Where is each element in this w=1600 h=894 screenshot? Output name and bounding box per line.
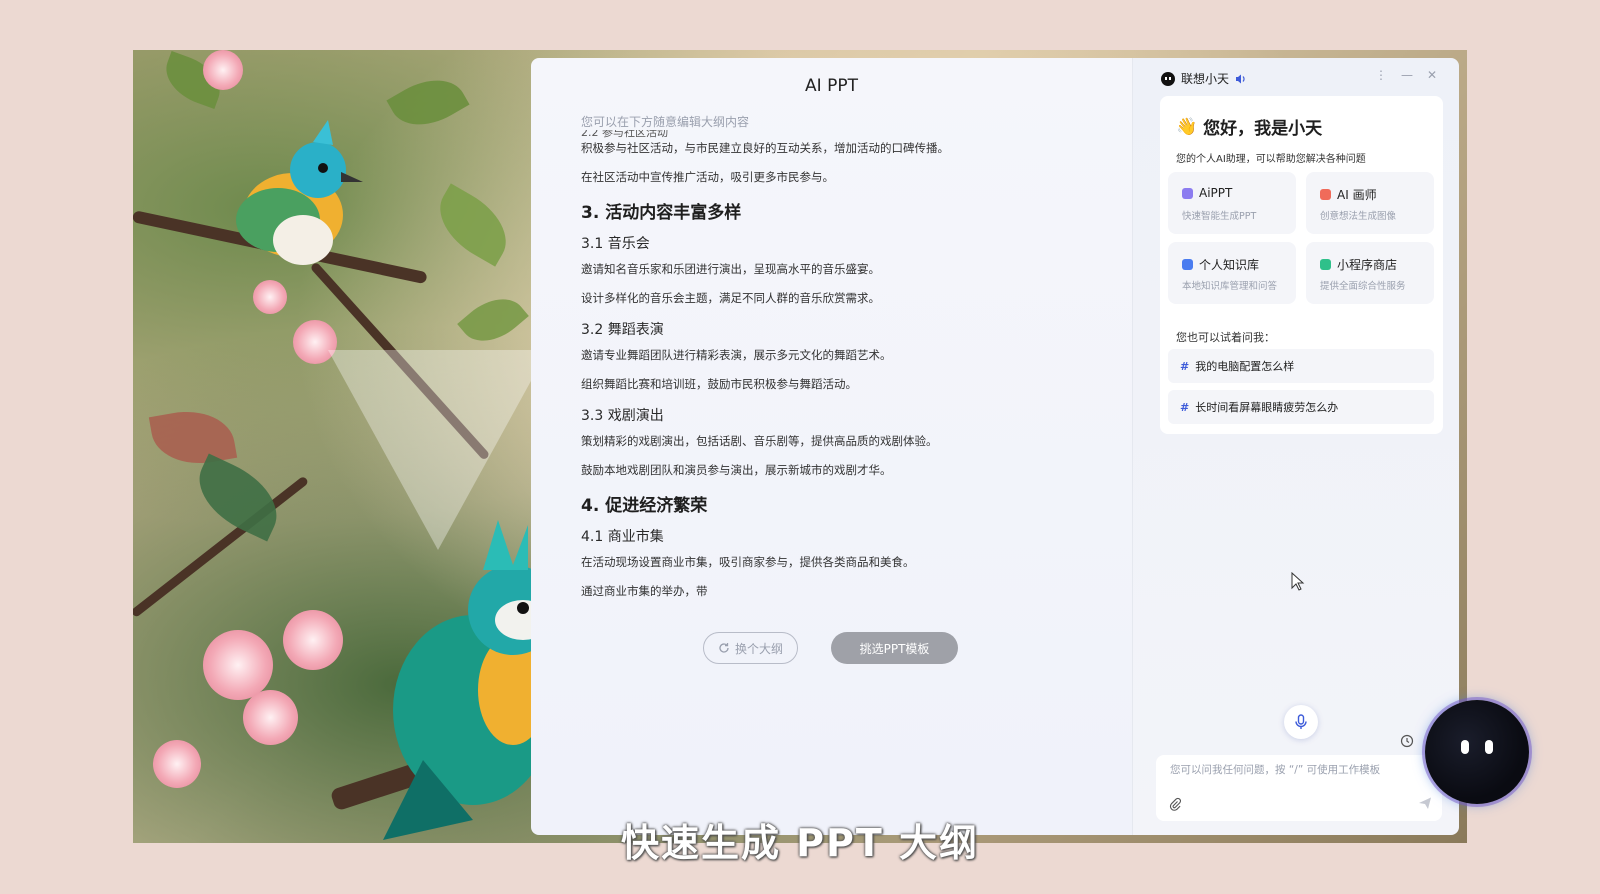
minimize-icon[interactable]: — <box>1401 68 1413 82</box>
suggestion-item[interactable]: # 我的电脑配置怎么样 <box>1168 349 1434 383</box>
history-icon[interactable] <box>1400 734 1414 748</box>
send-icon[interactable] <box>1418 796 1432 810</box>
greeting: 👋 您好，我是小天 <box>1176 114 1323 140</box>
video-caption: 快速生成 PPT 大纲 <box>620 821 980 865</box>
assistant-name: 联想小天 <box>1181 72 1230 86</box>
greeting-text: 您好，我是小天 <box>1203 119 1323 139</box>
outline-paragraph[interactable]: 积极参与社区活动，与市民建立良好的互动关系，增加活动的口碑传播。 <box>581 140 1101 156</box>
mascot-eye <box>1485 740 1493 754</box>
store-icon <box>1320 259 1331 270</box>
knowledge-icon <box>1182 259 1193 270</box>
outline-paragraph[interactable]: 在活动现场设置商业市集，吸引商家参与，提供各类商品和美食。 <box>581 554 1101 570</box>
close-icon[interactable]: ✕ <box>1427 68 1437 82</box>
ai-ppt-window: AI PPT 您可以在下方随意编辑大纲内容 2.2 参与社区活动 积极参与社区活… <box>531 58 1132 835</box>
leaf <box>457 285 529 355</box>
feature-mini-app-store[interactable]: 小程序商店 提供全面综合性服务 <box>1306 242 1434 304</box>
outline-subheading[interactable]: 3.1 音乐会 <box>581 233 1101 253</box>
change-outline-label: 换个大纲 <box>734 641 783 656</box>
outline-subheading[interactable]: 3.2 舞蹈表演 <box>581 319 1101 339</box>
window-controls: ⋮ — ✕ <box>1375 68 1437 82</box>
mascot-eye <box>1461 740 1469 754</box>
change-outline-button[interactable]: 换个大纲 <box>703 632 798 664</box>
outline-cut-line: 2.2 参与社区活动 <box>581 130 668 139</box>
edit-hint: 您可以在下方随意编辑大纲内容 <box>581 115 750 129</box>
speaker-icon[interactable] <box>1235 73 1247 85</box>
outline-paragraph[interactable]: 设计多样化的音乐会主题，满足不同人群的音乐欣赏需求。 <box>581 290 1101 306</box>
aippt-icon <box>1182 187 1193 199</box>
suggestion-text: 长时间看屏幕眼睛疲劳怎么办 <box>1195 401 1339 414</box>
feature-title: AI 画师 <box>1337 188 1377 202</box>
feature-desc: 快速智能生成PPT <box>1182 211 1257 222</box>
more-icon[interactable]: ⋮ <box>1375 68 1387 82</box>
assistant-avatar <box>1161 71 1175 86</box>
outline-paragraph[interactable]: 策划精彩的戏剧演出，包括话剧、音乐剧等，提供高品质的戏剧体验。 <box>581 433 1101 449</box>
blossom <box>203 50 243 90</box>
wave-icon: 👋 <box>1176 116 1198 137</box>
assistant-header: 联想小天 <box>1161 70 1247 87</box>
refresh-icon <box>719 643 729 653</box>
feature-title: 小程序商店 <box>1337 258 1398 272</box>
greeting-subtitle: 您的个人AI助理，可以帮助您解决各种问题 <box>1176 154 1366 165</box>
outline-heading[interactable]: 3. 活动内容丰富多样 <box>581 198 1101 223</box>
window-title: AI PPT <box>805 76 858 96</box>
microphone-icon <box>1295 714 1307 729</box>
outline-paragraph[interactable]: 邀请专业舞蹈团队进行精彩表演，展示多元文化的舞蹈艺术。 <box>581 347 1101 363</box>
feature-desc: 提供全面综合性服务 <box>1320 281 1406 292</box>
feature-desc: 创意想法生成图像 <box>1320 211 1397 222</box>
leaf <box>386 65 470 140</box>
outline-subheading[interactable]: 3.3 戏剧演出 <box>581 405 1101 425</box>
hash-icon: # <box>1180 359 1190 373</box>
outline-paragraph[interactable]: 鼓励本地戏剧团队和演员参与演出，展示新城市的戏剧才华。 <box>581 462 1101 478</box>
suggestion-item[interactable]: # 长时间看屏幕眼睛疲劳怎么办 <box>1168 390 1434 424</box>
bird-small <box>236 120 363 265</box>
blossom <box>283 610 343 670</box>
welcome-card: 👋 您好，我是小天 您的个人AI助理，可以帮助您解决各种问题 AiPPT 快速智… <box>1160 96 1443 434</box>
outline-subheading[interactable]: 4.1 商业市集 <box>581 526 1101 546</box>
feature-ai-painter[interactable]: AI 画师 创意想法生成图像 <box>1306 172 1434 234</box>
blossom <box>203 630 273 700</box>
feature-knowledge-base[interactable]: 个人知识库 本地知识库管理和问答 <box>1168 242 1296 304</box>
blossom <box>243 690 298 745</box>
feature-desc: 本地知识库管理和问答 <box>1182 281 1278 292</box>
outline-paragraph[interactable]: 邀请知名音乐家和乐团进行演出，呈现高水平的音乐盛宴。 <box>581 261 1101 277</box>
outline-heading[interactable]: 4. 促进经济繁荣 <box>581 491 1101 516</box>
hash-icon: # <box>1180 400 1190 414</box>
ask-title: 您也可以试着问我： <box>1176 331 1275 344</box>
suggestion-text: 我的电脑配置怎么样 <box>1195 360 1295 373</box>
feature-aippt[interactable]: AiPPT 快速智能生成PPT <box>1168 172 1296 234</box>
outline-paragraph[interactable]: 在社区活动中宣传推广活动，吸引更多市民参与。 <box>581 169 1101 185</box>
chat-input[interactable] <box>1168 763 1434 777</box>
blossom <box>253 280 287 314</box>
mouse-cursor-icon <box>1291 572 1305 591</box>
voice-input-button[interactable] <box>1284 705 1318 739</box>
blossom <box>153 740 201 788</box>
feature-title: AiPPT <box>1199 186 1233 200</box>
outline-paragraph[interactable]: 组织舞蹈比赛和培训班，鼓励市民积极参与舞蹈活动。 <box>581 376 1101 392</box>
feature-title: 个人知识库 <box>1199 258 1260 272</box>
outline-editor[interactable]: 2.2 参与社区活动 积极参与社区活动，与市民建立良好的互动关系，增加活动的口碑… <box>581 130 1101 665</box>
leaf <box>425 183 521 267</box>
outline-paragraph[interactable]: 通过商业市集的举办，带 <box>581 583 1101 599</box>
assistant-mascot-orb[interactable] <box>1425 700 1529 804</box>
painter-icon <box>1320 189 1331 200</box>
attachment-icon[interactable] <box>1168 797 1182 811</box>
pick-template-button[interactable]: 挑选PPT模板 <box>831 632 958 664</box>
